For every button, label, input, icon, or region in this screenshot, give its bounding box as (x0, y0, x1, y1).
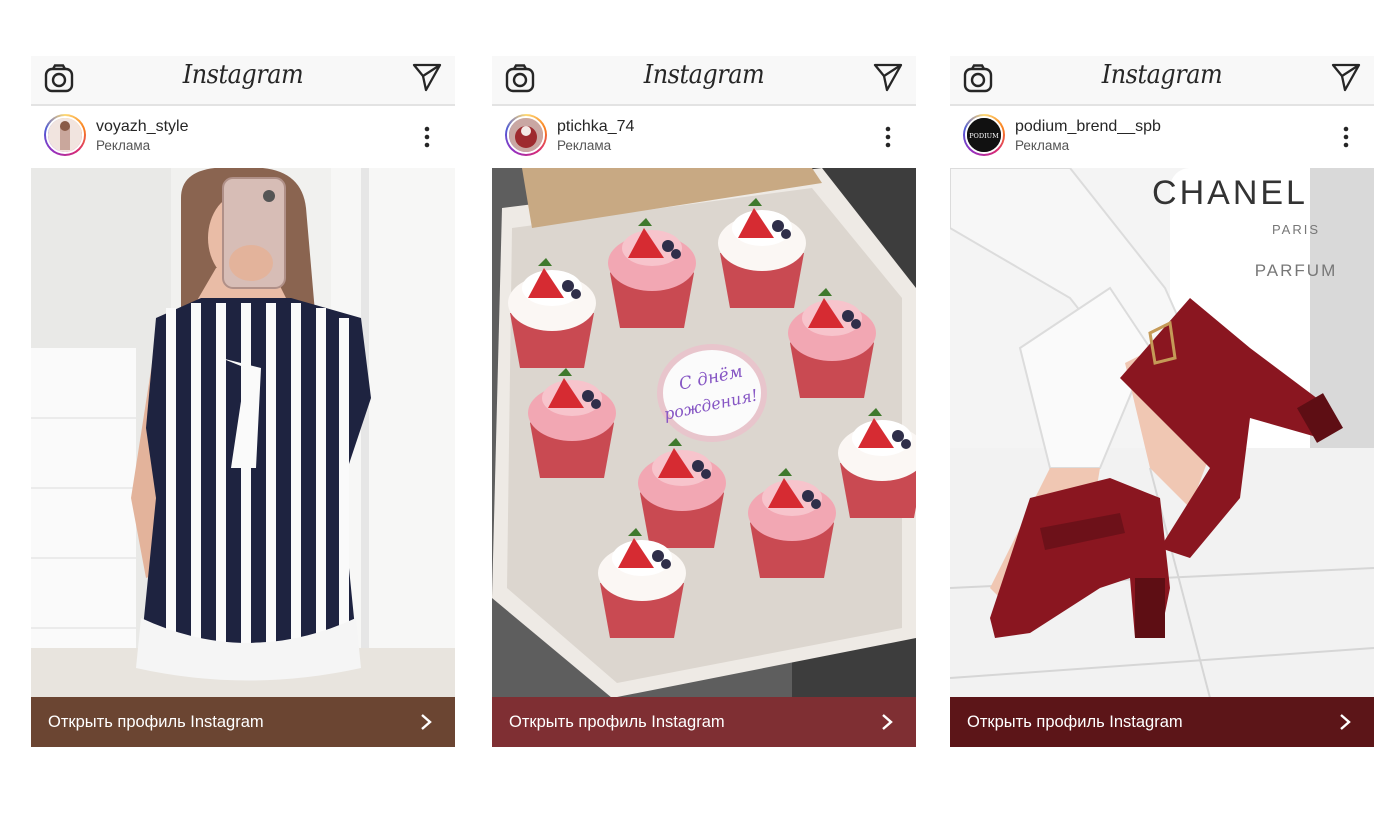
more-options-icon[interactable] (878, 126, 898, 148)
ad-post-voyazh: Instagram voyazh_style Реклама Открыть п… (31, 56, 455, 748)
open-profile-button[interactable]: Открыть профиль Instagram (950, 697, 1374, 747)
post-image[interactable] (31, 168, 455, 698)
more-options-icon[interactable] (1336, 126, 1356, 148)
ad-post-ptichka: Instagram ptichka_74 Реклама С днём рожд… (492, 56, 916, 748)
post-header: voyazh_style Реклама (31, 106, 455, 168)
avatar[interactable] (505, 114, 547, 156)
send-icon[interactable] (872, 61, 904, 93)
chevron-right-icon (882, 714, 893, 730)
bottle-brand-text: CHANEL (1152, 174, 1308, 212)
post-image[interactable]: CHANEL PARIS PARFUM (950, 168, 1374, 698)
cta-label: Открыть профиль Instagram (509, 713, 725, 731)
top-bar: Instagram (492, 56, 916, 106)
top-bar: Instagram (950, 56, 1374, 106)
username[interactable]: podium_brend__spb (1015, 118, 1161, 136)
ad-post-podium: Instagram PODIUM podium_brend__spb Рекла… (950, 56, 1374, 748)
avatar-brand-text: PODIUM (969, 132, 999, 140)
top-bar: Instagram (31, 56, 455, 106)
chevron-right-icon (1340, 714, 1351, 730)
bottle-city-text: PARIS (1272, 222, 1320, 237)
username[interactable]: voyazh_style (96, 118, 189, 136)
sponsored-label: Реклама (1015, 138, 1070, 153)
avatar-image (46, 116, 84, 154)
open-profile-button[interactable]: Открыть профиль Instagram (492, 697, 916, 747)
post-image[interactable]: С днём рождения! (492, 168, 916, 698)
avatar-image: PODIUM (965, 116, 1003, 154)
avatar[interactable]: PODIUM (963, 114, 1005, 156)
more-options-icon[interactable] (417, 126, 437, 148)
username[interactable]: ptichka_74 (557, 118, 634, 136)
post-header: ptichka_74 Реклама (492, 106, 916, 168)
bottle-product-text: PARFUM (1255, 261, 1338, 280)
sponsored-label: Реклама (96, 138, 151, 153)
open-profile-button[interactable]: Открыть профиль Instagram (31, 697, 455, 747)
send-icon[interactable] (411, 61, 443, 93)
instagram-logo: Instagram (643, 60, 765, 90)
instagram-logo: Instagram (182, 60, 304, 90)
post-header: PODIUM podium_brend__spb Реклама (950, 106, 1374, 168)
send-icon[interactable] (1330, 61, 1362, 93)
cta-label: Открыть профиль Instagram (967, 713, 1183, 731)
avatar[interactable] (44, 114, 86, 156)
cta-label: Открыть профиль Instagram (48, 713, 264, 731)
chevron-right-icon (421, 714, 432, 730)
sponsored-label: Реклама (557, 138, 612, 153)
avatar-image (507, 116, 545, 154)
instagram-logo: Instagram (1101, 60, 1223, 90)
